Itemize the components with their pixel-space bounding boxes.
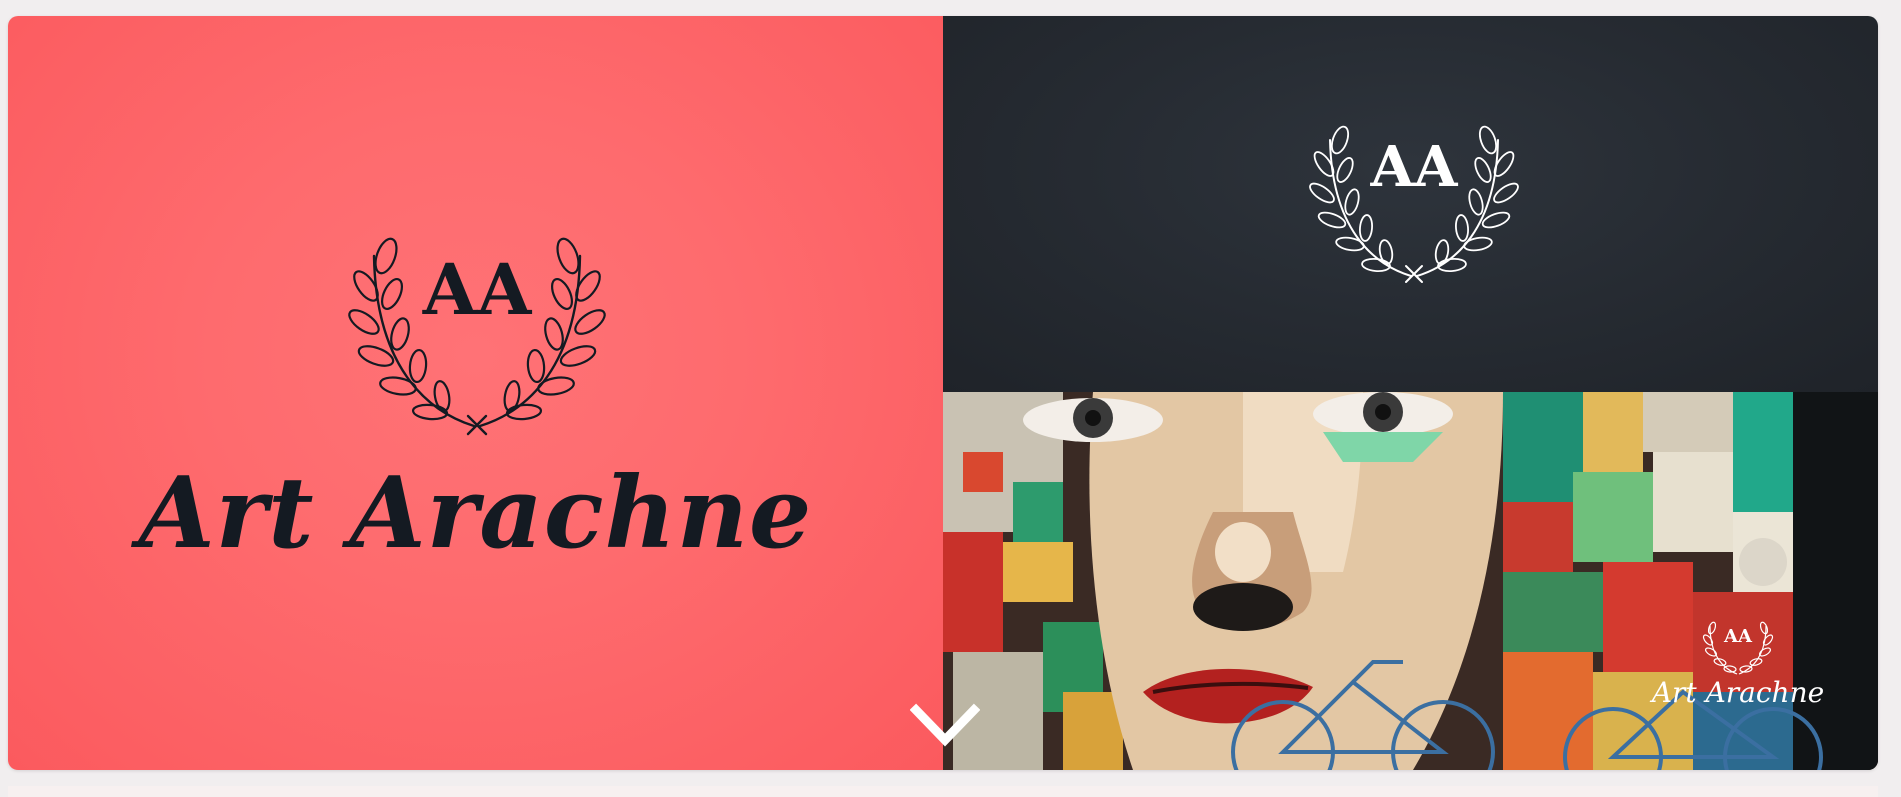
monogram: AA <box>422 248 533 331</box>
brand-name: Art Arachne <box>138 456 813 571</box>
laurel-wreath-icon: AA <box>348 237 606 436</box>
laurel-wreath-icon: AA <box>1309 125 1519 283</box>
hero-left-panel: AA Art Arachne <box>8 16 943 770</box>
brand-name: Art Arachne <box>1651 676 1825 709</box>
hero-right-top-panel: AA <box>943 16 1878 392</box>
monogram: AA <box>1370 134 1459 200</box>
chevron-down-icon[interactable] <box>910 702 980 750</box>
monogram: AA <box>1723 626 1753 647</box>
page-footer-edge <box>8 786 1878 797</box>
hero-banner: AA Art Arachne AA AA Art Arachne <box>8 16 1878 770</box>
mural-logo: AA Art Arachne <box>1643 620 1833 730</box>
mural-photo: AA Art Arachne <box>943 392 1878 770</box>
laurel-wreath-icon: AA <box>1702 621 1774 675</box>
